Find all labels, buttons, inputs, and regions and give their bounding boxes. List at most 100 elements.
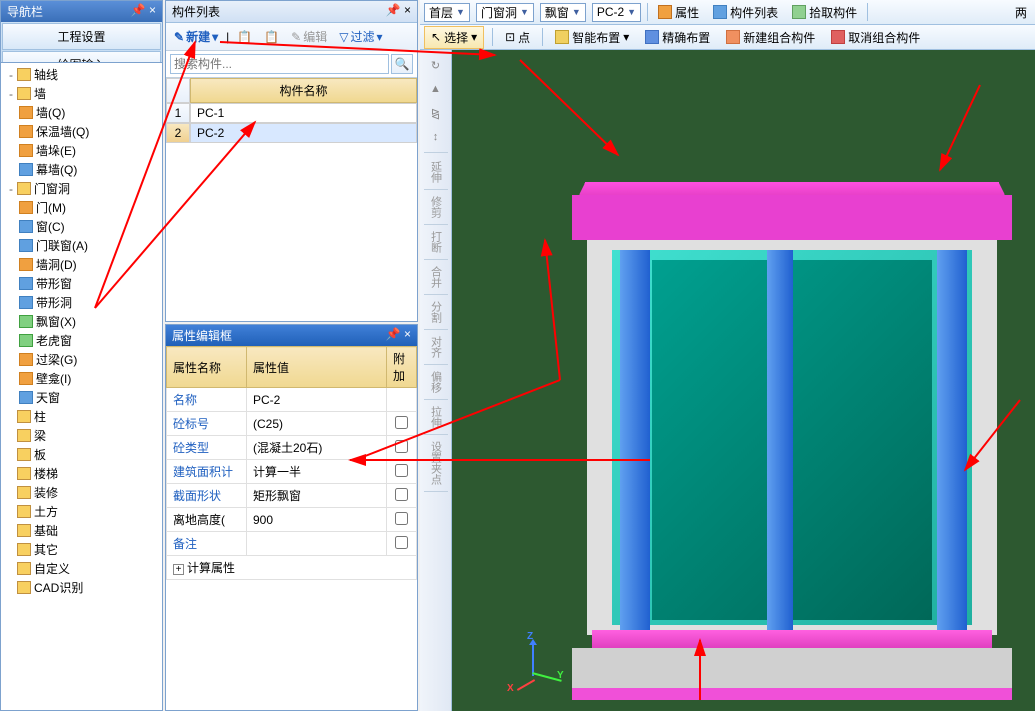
property-row[interactable]: +计算属性 [167, 556, 417, 580]
prop-value[interactable]: 矩形飘窗 [247, 484, 387, 508]
tree-item[interactable]: 板 [3, 445, 160, 464]
search-input[interactable] [170, 54, 389, 74]
3d-viewport[interactable]: Z Y X [452, 50, 1035, 711]
component-list-btn[interactable]: 构件列表 [709, 2, 782, 23]
point-btn[interactable]: ⊡ 点 [501, 27, 534, 48]
tree-item[interactable]: 带形洞 [3, 293, 160, 312]
copy-btn[interactable]: 📋 [233, 28, 256, 46]
panel-controls[interactable]: 📌 × [386, 3, 411, 20]
property-row[interactable]: 备注 [167, 532, 417, 556]
tree-item[interactable]: 保温墙(Q) [3, 122, 160, 141]
category-dropdown[interactable]: 门窗洞▼ [476, 3, 534, 22]
property-row[interactable]: 建筑面积计计算一半 [167, 460, 417, 484]
tree-toggle[interactable]: - [5, 68, 17, 82]
panel-controls[interactable]: 📌 × [386, 327, 411, 344]
tree-item[interactable]: 门联窗(A) [3, 236, 160, 255]
type-dropdown[interactable]: 飘窗▼ [540, 3, 586, 22]
tree-item[interactable]: 柱 [3, 407, 160, 426]
tree-item[interactable]: 门(M) [3, 198, 160, 217]
tree-item[interactable]: 幕墙(Q) [3, 160, 160, 179]
prop-value[interactable]: (混凝土20石) [247, 436, 387, 460]
tree-item[interactable]: 装修 [3, 483, 160, 502]
pick-component-btn[interactable]: 拾取构件 [788, 2, 861, 23]
prop-check[interactable] [387, 508, 417, 532]
vtool-btn[interactable]: 偏移 [424, 367, 448, 397]
property-row[interactable]: 名称PC-2 [167, 388, 417, 412]
tree-item[interactable]: -门窗洞 [3, 179, 160, 198]
tree-item[interactable]: 窗(C) [3, 217, 160, 236]
property-row[interactable]: 砼类型(混凝土20石) [167, 436, 417, 460]
filter-btn[interactable]: ▽ 过滤 ▾ [335, 26, 386, 47]
tree-item[interactable]: 墙垛(E) [3, 141, 160, 160]
new-component-btn[interactable]: ✎ 新建 ▾ [170, 26, 222, 47]
project-settings-btn[interactable]: 工程设置 [2, 23, 161, 50]
vtool-btn[interactable]: 打断 [424, 227, 448, 257]
tree-item[interactable]: 土方 [3, 502, 160, 521]
vtool-mirror-icon[interactable]: ▲ [424, 78, 448, 100]
cancel-group-btn[interactable]: 取消组合构件 [827, 27, 924, 48]
component-row[interactable]: 2PC-2 [166, 123, 417, 143]
new-group-btn[interactable]: 新建组合构件 [722, 27, 819, 48]
vtool-arrow-icon[interactable]: ↕ [424, 126, 448, 148]
property-row[interactable]: 离地高度(900 [167, 508, 417, 532]
search-button[interactable]: 🔍 [391, 54, 413, 74]
pin-icon[interactable]: 📌 × [131, 3, 156, 20]
prop-check[interactable] [387, 388, 417, 412]
tree-item[interactable]: 基础 [3, 521, 160, 540]
nav-tree[interactable]: -轴线-墙墙(Q)保温墙(Q)墙垛(E)幕墙(Q)-门窗洞门(M)窗(C)门联窗… [0, 62, 163, 711]
property-row[interactable]: 砼标号(C25) [167, 412, 417, 436]
tree-item[interactable]: 其它 [3, 540, 160, 559]
prop-value[interactable]: PC-2 [247, 388, 387, 412]
tree-item[interactable]: 自定义 [3, 559, 160, 578]
prop-check[interactable] [387, 460, 417, 484]
vtool-btn[interactable]: 合并 [424, 262, 448, 292]
tree-item[interactable]: 带形窗 [3, 274, 160, 293]
prop-value[interactable]: (C25) [247, 412, 387, 436]
properties-btn[interactable]: 属性 [654, 2, 703, 23]
tree-item[interactable]: 墙洞(D) [3, 255, 160, 274]
vtool-btn[interactable]: 设置夹点 [424, 437, 448, 489]
tree-item[interactable]: 墙(Q) [3, 103, 160, 122]
property-row[interactable]: 截面形状矩形飘窗 [167, 484, 417, 508]
vtool-rotate-icon[interactable]: ↻ [424, 54, 448, 76]
edit-btn[interactable]: ✎ 编辑 [287, 26, 331, 47]
row-number: 2 [166, 123, 190, 143]
tree-item[interactable]: 老虎窗 [3, 331, 160, 350]
tree-toggle[interactable]: - [5, 87, 17, 101]
prop-value[interactable]: 900 [247, 508, 387, 532]
component-dropdown[interactable]: PC-2▼ [592, 3, 641, 22]
tree-icon [19, 296, 33, 309]
prop-check[interactable] [387, 532, 417, 556]
calc-props[interactable]: +计算属性 [167, 556, 417, 580]
floor-dropdown[interactable]: 首层▼ [424, 3, 470, 22]
exact-layout-btn[interactable]: 精确布置 [641, 27, 714, 48]
vtool-btn[interactable]: 拉伸 [424, 402, 448, 432]
vtool-btn[interactable]: 分割 [424, 297, 448, 327]
paste-btn[interactable]: 📋 [260, 28, 283, 46]
prop-check[interactable] [387, 436, 417, 460]
vtool-btn[interactable]: 修剪 [424, 192, 448, 222]
vtool-flip-icon[interactable]: ⧎ [424, 102, 448, 124]
smart-layout-btn[interactable]: 智能布置 ▾ [551, 27, 633, 48]
tree-item[interactable]: CAD识别 [3, 578, 160, 597]
tree-item[interactable]: -轴线 [3, 65, 160, 84]
prop-check[interactable] [387, 484, 417, 508]
prop-value[interactable] [247, 532, 387, 556]
separator [647, 3, 648, 21]
prop-check[interactable] [387, 412, 417, 436]
tree-item[interactable]: 飘窗(X) [3, 312, 160, 331]
tree-item[interactable]: 壁龛(I) [3, 369, 160, 388]
component-row[interactable]: 1PC-1 [166, 103, 417, 123]
vtool-btn[interactable]: 对齐 [424, 332, 448, 362]
tree-item[interactable]: 梁 [3, 426, 160, 445]
row-name: PC-1 [190, 103, 417, 123]
tree-item[interactable]: 天窗 [3, 388, 160, 407]
both-btn[interactable]: 两 [1011, 2, 1031, 23]
tree-item[interactable]: 过梁(G) [3, 350, 160, 369]
tree-item[interactable]: -墙 [3, 84, 160, 103]
vtool-btn[interactable]: 延伸 [424, 157, 448, 187]
select-btn[interactable]: ↖ 选择 ▾ [424, 26, 484, 49]
tree-item[interactable]: 楼梯 [3, 464, 160, 483]
tree-toggle[interactable]: - [5, 182, 17, 196]
prop-value[interactable]: 计算一半 [247, 460, 387, 484]
